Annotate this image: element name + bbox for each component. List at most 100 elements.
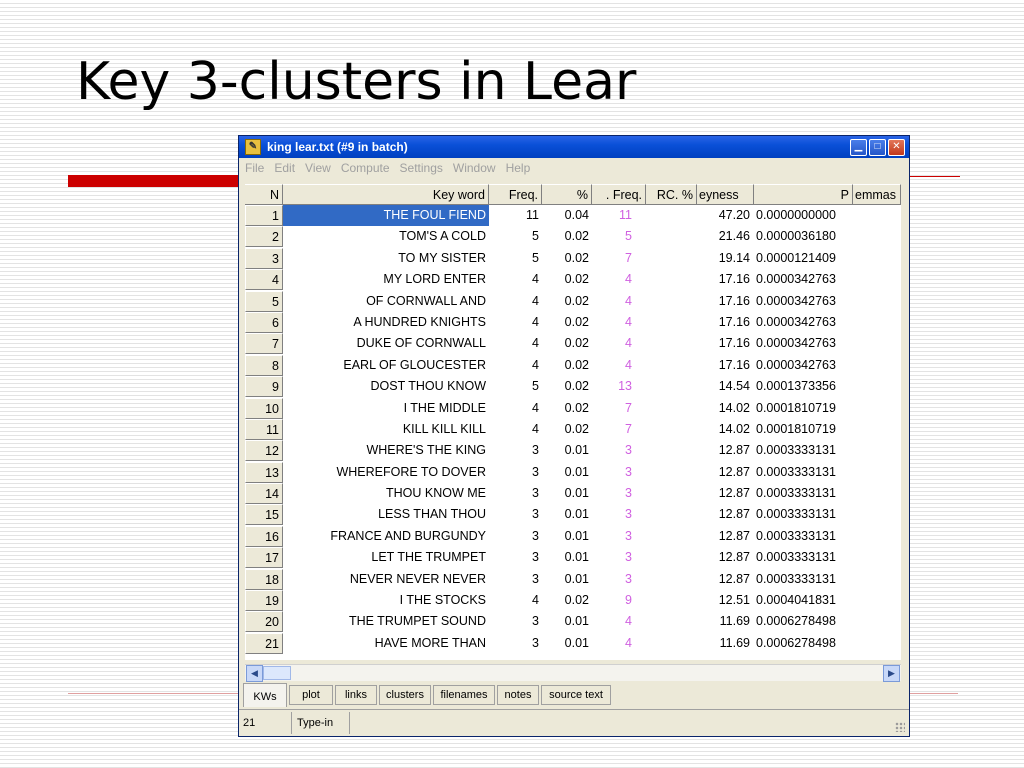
row-number[interactable]: 3 bbox=[245, 247, 283, 269]
menu-compute[interactable]: Compute bbox=[341, 161, 390, 175]
cell-p: 0.0001373356 bbox=[756, 379, 836, 394]
row-number[interactable]: 20 bbox=[245, 611, 283, 633]
close-button[interactable]: ✕ bbox=[888, 139, 905, 156]
table-row[interactable]: 1 THE FOUL FIEND 11 0.04 11 47.20 0.0000000000 bbox=[245, 205, 901, 226]
cell-key-word: WHEREFORE TO DOVER bbox=[336, 464, 486, 479]
tab-filenames[interactable]: filenames bbox=[433, 685, 495, 705]
table-row[interactable]: 11 KILL KILL KILL 4 0.02 7 14.02 0.0001810719 bbox=[245, 418, 901, 440]
cell-percent: 0.02 bbox=[564, 379, 589, 394]
header-percent[interactable]: % bbox=[542, 184, 592, 205]
table-row[interactable]: 3 TO MY SISTER 5 0.02 7 19.14 0.0000121409 bbox=[245, 247, 901, 269]
menu-edit[interactable]: Edit bbox=[274, 161, 295, 175]
header-rc-percent[interactable]: RC. % bbox=[646, 184, 697, 205]
row-number[interactable]: 1 bbox=[245, 205, 283, 226]
table-row[interactable]: 8 EARL OF GLOUCESTER 4 0.02 4 17.16 0.00003427… bbox=[245, 354, 901, 376]
cell-keyness: 12.51 bbox=[718, 593, 750, 608]
cell-rc-percent bbox=[646, 398, 697, 419]
row-number[interactable]: 15 bbox=[245, 504, 283, 526]
table-row[interactable]: 17 LET THE TRUMPET 3 0.01 3 12.87 0.0003333131 bbox=[245, 547, 901, 569]
resize-grip-icon[interactable] bbox=[895, 722, 905, 732]
cell-keyness: 12.87 bbox=[718, 486, 750, 501]
cell-keyness: 17.16 bbox=[718, 336, 750, 351]
table-row[interactable]: 15 LESS THAN THOU 3 0.01 3 12.87 0.0003333131 bbox=[245, 504, 901, 526]
cell-keyness: 17.16 bbox=[718, 272, 750, 287]
row-number[interactable]: 16 bbox=[245, 525, 283, 547]
row-number[interactable]: 17 bbox=[245, 547, 283, 569]
minimize-button[interactable]: ▁ bbox=[850, 139, 867, 156]
menu-view[interactable]: View bbox=[305, 161, 331, 175]
table-row[interactable]: 2 TOM'S A COLD 5 0.02 5 21.46 0.0000036180 bbox=[245, 226, 901, 248]
table-row[interactable]: 20 THE TRUMPET SOUND 3 0.01 4 11.69 0.00062784… bbox=[245, 611, 901, 633]
row-number[interactable]: 19 bbox=[245, 590, 283, 612]
row-number[interactable]: 9 bbox=[245, 376, 283, 398]
row-number[interactable]: 8 bbox=[245, 354, 283, 376]
table-row[interactable]: 14 THOU KNOW ME 3 0.01 3 12.87 0.0003333131 bbox=[245, 483, 901, 505]
cell-freq: 3 bbox=[532, 571, 539, 586]
table-row[interactable]: 19 I THE STOCKS 4 0.02 9 12.51 0.0004041831 bbox=[245, 590, 901, 612]
cell-percent: 0.02 bbox=[564, 421, 589, 436]
tab-links[interactable]: links bbox=[335, 685, 377, 705]
horizontal-scrollbar[interactable]: ◀ ▶ bbox=[245, 664, 901, 682]
header-keyness[interactable]: eyness bbox=[697, 184, 754, 205]
menu-window[interactable]: Window bbox=[453, 161, 496, 175]
menu-file[interactable]: File bbox=[245, 161, 264, 175]
header-n[interactable]: N bbox=[245, 184, 283, 205]
table-row[interactable]: 4 MY LORD ENTER 4 0.02 4 17.16 0.0000342763 bbox=[245, 269, 901, 291]
menu-settings[interactable]: Settings bbox=[400, 161, 443, 175]
table-row[interactable]: 13 WHEREFORE TO DOVER 3 0.01 3 12.87 0.0003333… bbox=[245, 461, 901, 483]
header-freq[interactable]: Freq. bbox=[489, 184, 542, 205]
row-number[interactable]: 5 bbox=[245, 290, 283, 312]
table-row[interactable]: 18 NEVER NEVER NEVER 3 0.01 3 12.87 0.00033331… bbox=[245, 568, 901, 590]
table-row[interactable]: 5 OF CORNWALL AND 4 0.02 4 17.16 0.0000342763 bbox=[245, 290, 901, 312]
cell-p: 0.0003333131 bbox=[756, 528, 836, 543]
tab-plot[interactable]: plot bbox=[289, 685, 333, 705]
menu-help[interactable]: Help bbox=[506, 161, 531, 175]
cell-key-word: DOST THOU KNOW bbox=[370, 379, 486, 394]
row-number[interactable]: 21 bbox=[245, 632, 283, 654]
scroll-left-icon[interactable]: ◀ bbox=[246, 665, 263, 682]
row-number[interactable]: 6 bbox=[245, 311, 283, 333]
row-number[interactable]: 14 bbox=[245, 483, 283, 505]
table-row[interactable]: 16 FRANCE AND BURGUNDY 3 0.01 3 12.87 0.000333… bbox=[245, 525, 901, 547]
tab-clusters[interactable]: clusters bbox=[379, 685, 431, 705]
row-number[interactable]: 11 bbox=[245, 418, 283, 440]
row-number[interactable]: 12 bbox=[245, 440, 283, 462]
tab-notes[interactable]: notes bbox=[497, 685, 539, 705]
keywords-grid[interactable]: N Key word Freq. % . Freq. RC. % eyness … bbox=[245, 184, 901, 660]
cell-rc-percent bbox=[646, 226, 697, 247]
table-row[interactable]: 6 A HUNDRED KNIGHTS 4 0.02 4 17.16 0.000034276… bbox=[245, 311, 901, 333]
header-p[interactable]: P bbox=[754, 184, 853, 205]
table-row[interactable]: 9 DOST THOU KNOW 5 0.02 13 14.54 0.0001373356 bbox=[245, 376, 901, 398]
table-row[interactable]: 12 WHERE'S THE KING 3 0.01 3 12.87 0.000333313… bbox=[245, 440, 901, 462]
window-titlebar[interactable]: ✎ king lear.txt (#9 in batch) ▁ □ ✕ bbox=[239, 136, 909, 158]
cell-freq: 5 bbox=[532, 379, 539, 394]
row-number[interactable]: 13 bbox=[245, 461, 283, 483]
header-lemmas[interactable]: emmas bbox=[853, 184, 901, 205]
cell-rc-percent bbox=[646, 376, 697, 397]
row-number[interactable]: 10 bbox=[245, 397, 283, 419]
table-row[interactable]: 21 HAVE MORE THAN 3 0.01 4 11.69 0.0006278498 bbox=[245, 632, 901, 654]
scroll-thumb[interactable] bbox=[263, 666, 291, 680]
cell-freq: 3 bbox=[532, 464, 539, 479]
header-rc-freq[interactable]: . Freq. bbox=[592, 184, 646, 205]
tab-source-text[interactable]: source text bbox=[541, 685, 611, 705]
table-row[interactable]: 7 DUKE OF CORNWALL 4 0.02 4 17.16 0.0000342763 bbox=[245, 333, 901, 355]
cell-percent: 0.01 bbox=[564, 443, 589, 458]
tab-kws[interactable]: KWs bbox=[243, 683, 287, 707]
cell-percent: 0.01 bbox=[564, 528, 589, 543]
row-number[interactable]: 7 bbox=[245, 333, 283, 355]
row-number[interactable]: 4 bbox=[245, 269, 283, 291]
row-number[interactable]: 2 bbox=[245, 226, 283, 248]
cell-freq: 4 bbox=[532, 272, 539, 287]
maximize-button[interactable]: □ bbox=[869, 139, 886, 156]
table-row[interactable]: 10 I THE MIDDLE 4 0.02 7 14.02 0.0001810719 bbox=[245, 397, 901, 419]
row-number[interactable]: 18 bbox=[245, 568, 283, 590]
scroll-right-icon[interactable]: ▶ bbox=[883, 665, 900, 682]
cell-p: 0.0001810719 bbox=[756, 421, 836, 436]
app-icon[interactable]: ✎ bbox=[245, 139, 261, 155]
header-key-word[interactable]: Key word bbox=[283, 184, 489, 205]
cell-keyness: 12.87 bbox=[718, 550, 750, 565]
cell-rc-freq: 7 bbox=[625, 400, 632, 415]
cell-freq: 3 bbox=[532, 443, 539, 458]
cell-key-word: A HUNDRED KNIGHTS bbox=[353, 314, 486, 329]
